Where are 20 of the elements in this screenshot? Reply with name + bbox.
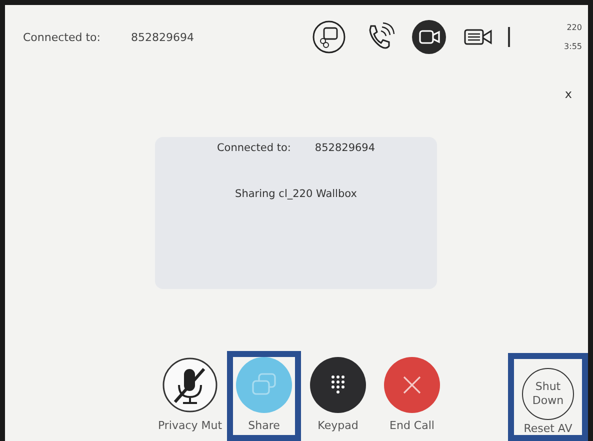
close-icon <box>384 357 440 413</box>
shut-down-label: Shut Down <box>522 368 574 420</box>
keypad-button[interactable]: Keypad <box>301 351 375 441</box>
sharing-message: Sharing cl_220 Wallbox <box>235 188 357 200</box>
connected-number: 852829694 <box>131 30 194 44</box>
keypad-icon <box>310 357 366 413</box>
privacy-mute-button[interactable]: Privacy Mut <box>153 351 227 441</box>
video-camera-icon[interactable] <box>412 20 446 54</box>
screen-share-icon[interactable] <box>312 20 346 54</box>
connected-number: 852829694 <box>314 142 376 154</box>
reset-av-button[interactable]: Shut Down Reset AV <box>508 353 588 441</box>
clock-time: 3:55 <box>564 42 582 51</box>
close-button[interactable]: x <box>564 87 572 101</box>
room-number: 220 <box>566 23 582 32</box>
end-button[interactable]: End Call <box>375 351 449 441</box>
muted-microphone-icon <box>162 357 218 413</box>
connected-label: Connected to: <box>216 142 291 154</box>
connected-label: Connected to: <box>23 30 102 44</box>
share-button[interactable]: Share <box>227 351 301 441</box>
overlapping-squares-icon <box>236 357 292 413</box>
